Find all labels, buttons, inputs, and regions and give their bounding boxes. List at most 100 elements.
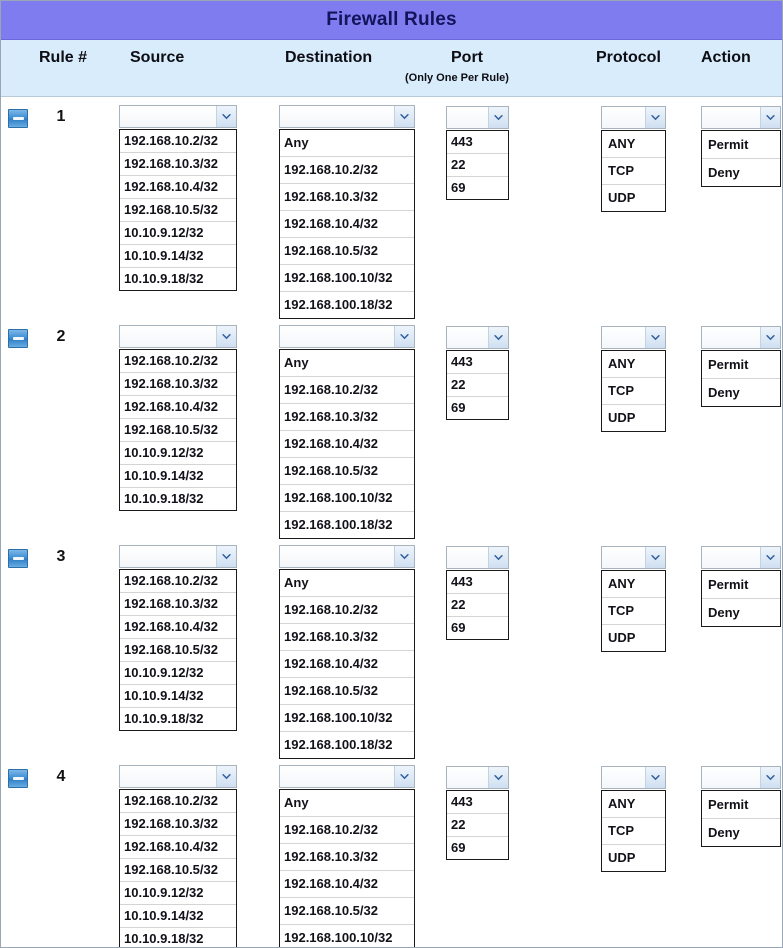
- source-option[interactable]: 192.168.10.4/32: [120, 396, 236, 419]
- destination-option-list[interactable]: Any 192.168.10.2/32 192.168.10.3/32 192.168…: [279, 349, 415, 539]
- source-option[interactable]: 192.168.10.3/32: [120, 153, 236, 176]
- port-option-list[interactable]: 443 22 69: [446, 130, 509, 200]
- destination-option[interactable]: 192.168.10.5/32: [280, 678, 414, 705]
- port-option[interactable]: 443: [447, 131, 508, 154]
- destination-option[interactable]: 192.168.100.10/32: [280, 705, 414, 732]
- collapse-row-button[interactable]: [8, 329, 28, 348]
- protocol-option-list[interactable]: ANY TCP UDP: [601, 790, 666, 872]
- chevron-down-icon[interactable]: [645, 547, 665, 568]
- action-dropdown[interactable]: Permit Deny: [701, 106, 781, 187]
- destination-option[interactable]: 192.168.100.18/32: [280, 512, 414, 538]
- action-option[interactable]: Deny: [702, 599, 780, 626]
- action-option-list[interactable]: Permit Deny: [701, 130, 781, 187]
- source-option[interactable]: 192.168.10.5/32: [120, 199, 236, 222]
- protocol-option-list[interactable]: ANY TCP UDP: [601, 130, 666, 212]
- destination-option[interactable]: 192.168.100.18/32: [280, 732, 414, 758]
- destination-option-list[interactable]: Any 192.168.10.2/32 192.168.10.3/32 192.168…: [279, 129, 415, 319]
- destination-option-list[interactable]: Any 192.168.10.2/32 192.168.10.3/32 192.168…: [279, 569, 415, 759]
- chevron-down-icon[interactable]: [488, 107, 508, 128]
- protocol-option[interactable]: ANY: [602, 791, 665, 818]
- destination-option[interactable]: Any: [280, 350, 414, 377]
- source-option[interactable]: 192.168.10.3/32: [120, 373, 236, 396]
- source-option-list[interactable]: 192.168.10.2/32 192.168.10.3/32 192.168.10…: [119, 789, 237, 947]
- destination-dropdown[interactable]: Any 192.168.10.2/32 192.168.10.3/32 192.168…: [279, 325, 415, 539]
- destination-option[interactable]: 192.168.10.3/32: [280, 624, 414, 651]
- destination-select-box[interactable]: [279, 545, 415, 568]
- chevron-down-icon[interactable]: [488, 767, 508, 788]
- protocol-option[interactable]: ANY: [602, 131, 665, 158]
- collapse-row-button[interactable]: [8, 109, 28, 128]
- destination-dropdown[interactable]: Any 192.168.10.2/32 192.168.10.3/32 192.168…: [279, 545, 415, 759]
- collapse-row-button[interactable]: [8, 549, 28, 568]
- destination-option[interactable]: 192.168.10.3/32: [280, 844, 414, 871]
- source-option[interactable]: 192.168.10.3/32: [120, 813, 236, 836]
- protocol-select-box[interactable]: [601, 546, 666, 569]
- source-option[interactable]: 192.168.10.5/32: [120, 639, 236, 662]
- protocol-option[interactable]: ANY: [602, 351, 665, 378]
- destination-option[interactable]: Any: [280, 130, 414, 157]
- chevron-down-icon[interactable]: [394, 546, 414, 567]
- source-select-box[interactable]: [119, 765, 237, 788]
- source-dropdown[interactable]: 192.168.10.2/32 192.168.10.3/32 192.168.10…: [119, 765, 237, 947]
- source-select-box[interactable]: [119, 325, 237, 348]
- chevron-down-icon[interactable]: [760, 767, 780, 788]
- action-option[interactable]: Permit: [702, 791, 780, 819]
- destination-option[interactable]: Any: [280, 790, 414, 817]
- destination-option[interactable]: 192.168.10.4/32: [280, 431, 414, 458]
- port-option[interactable]: 69: [447, 837, 508, 859]
- port-option[interactable]: 22: [447, 374, 508, 397]
- chevron-down-icon[interactable]: [645, 767, 665, 788]
- chevron-down-icon[interactable]: [645, 107, 665, 128]
- destination-option[interactable]: 192.168.10.4/32: [280, 871, 414, 898]
- port-select-box[interactable]: [446, 766, 509, 789]
- port-dropdown[interactable]: 443 22 69: [446, 546, 509, 640]
- port-option-list[interactable]: 443 22 69: [446, 570, 509, 640]
- action-select-box[interactable]: [701, 106, 781, 129]
- protocol-option[interactable]: TCP: [602, 158, 665, 185]
- protocol-dropdown[interactable]: ANY TCP UDP: [601, 106, 666, 212]
- chevron-down-icon[interactable]: [760, 547, 780, 568]
- action-option-list[interactable]: Permit Deny: [701, 570, 781, 627]
- source-option[interactable]: 10.10.9.12/32: [120, 662, 236, 685]
- port-select-box[interactable]: [446, 106, 509, 129]
- action-select-box[interactable]: [701, 326, 781, 349]
- source-option[interactable]: 192.168.10.4/32: [120, 176, 236, 199]
- source-option[interactable]: 10.10.9.14/32: [120, 245, 236, 268]
- action-option[interactable]: Permit: [702, 131, 780, 159]
- chevron-down-icon[interactable]: [488, 327, 508, 348]
- source-option[interactable]: 192.168.10.4/32: [120, 836, 236, 859]
- protocol-dropdown[interactable]: ANY TCP UDP: [601, 546, 666, 652]
- source-option[interactable]: 192.168.10.3/32: [120, 593, 236, 616]
- source-select-box[interactable]: [119, 105, 237, 128]
- destination-option[interactable]: 192.168.10.5/32: [280, 238, 414, 265]
- source-option[interactable]: 10.10.9.14/32: [120, 905, 236, 928]
- source-option[interactable]: 10.10.9.12/32: [120, 882, 236, 905]
- chevron-down-icon[interactable]: [394, 766, 414, 787]
- destination-option[interactable]: Any: [280, 570, 414, 597]
- source-option[interactable]: 10.10.9.18/32: [120, 488, 236, 510]
- chevron-down-icon[interactable]: [216, 766, 236, 787]
- port-option-list[interactable]: 443 22 69: [446, 350, 509, 420]
- destination-select-box[interactable]: [279, 765, 415, 788]
- source-option[interactable]: 192.168.10.4/32: [120, 616, 236, 639]
- action-select-box[interactable]: [701, 546, 781, 569]
- source-option-list[interactable]: 192.168.10.2/32 192.168.10.3/32 192.168.10…: [119, 569, 237, 731]
- action-option[interactable]: Deny: [702, 379, 780, 406]
- destination-select-box[interactable]: [279, 325, 415, 348]
- source-option[interactable]: 192.168.10.5/32: [120, 859, 236, 882]
- protocol-option[interactable]: UDP: [602, 845, 665, 871]
- chevron-down-icon[interactable]: [216, 106, 236, 127]
- chevron-down-icon[interactable]: [216, 326, 236, 347]
- source-option[interactable]: 192.168.10.2/32: [120, 570, 236, 593]
- source-option[interactable]: 10.10.9.18/32: [120, 268, 236, 290]
- destination-option[interactable]: 192.168.100.18/32: [280, 292, 414, 318]
- protocol-select-box[interactable]: [601, 326, 666, 349]
- port-option-list[interactable]: 443 22 69: [446, 790, 509, 860]
- port-option[interactable]: 443: [447, 571, 508, 594]
- port-option[interactable]: 443: [447, 791, 508, 814]
- protocol-option[interactable]: UDP: [602, 405, 665, 431]
- destination-dropdown[interactable]: Any 192.168.10.2/32 192.168.10.3/32 192.168…: [279, 765, 415, 947]
- chevron-down-icon[interactable]: [760, 327, 780, 348]
- protocol-option[interactable]: TCP: [602, 598, 665, 625]
- action-dropdown[interactable]: Permit Deny: [701, 766, 781, 847]
